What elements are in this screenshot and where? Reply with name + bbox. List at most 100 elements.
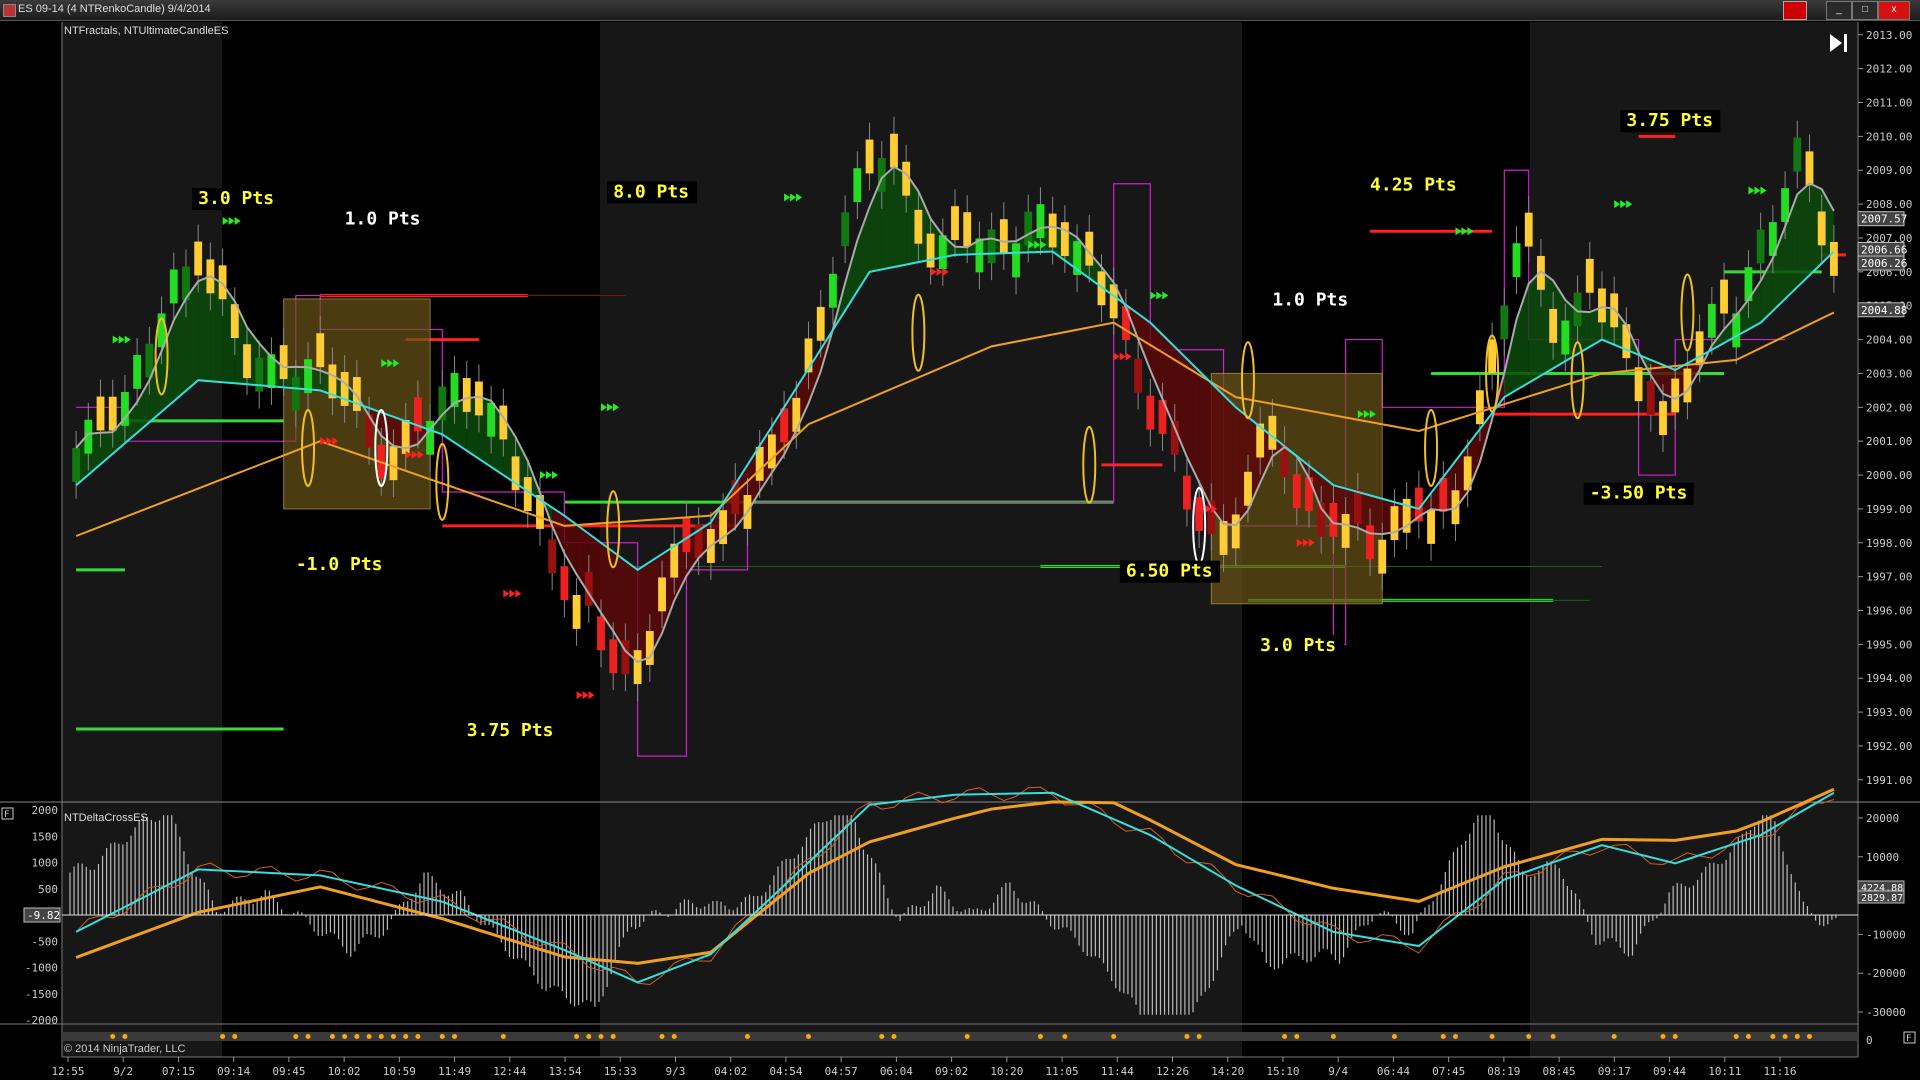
time-axis: 12:55 9/2 07:15 09:14 09:45 10:02 10:59 11:49 12… (51, 1057, 1797, 1078)
x-tick-label: 10:11 (1708, 1065, 1741, 1078)
signal-dot (891, 1034, 897, 1039)
candle-body (1353, 489, 1362, 524)
close-button[interactable]: x (1878, 1, 1910, 20)
candle-body (755, 446, 764, 481)
minimize-button[interactable]: _ (1826, 1, 1852, 20)
signal-arrow (1455, 227, 1462, 236)
signal-arrow (576, 691, 583, 700)
annotation-pts: 6.50 Pts (1126, 561, 1213, 582)
candle-body (1805, 151, 1814, 186)
signal-dot (390, 1034, 396, 1039)
candle-body (938, 235, 947, 270)
svg-text:F: F (4, 810, 9, 820)
signal-dot (1111, 1034, 1117, 1039)
candle-body (1231, 514, 1240, 549)
x-tick-label: 08:19 (1487, 1065, 1520, 1078)
title-bar[interactable]: ES 09-14 (4 NTRenkoCandle) 9/4/2014 _ □ … (0, 0, 1920, 21)
candle-body (279, 345, 288, 379)
signal-arrow (228, 217, 235, 226)
x-tick-label: 9/3 (666, 1065, 686, 1078)
delta-left-tick: -2000 (25, 1014, 58, 1027)
candle-body (1512, 243, 1521, 278)
x-tick-label: 06:04 (880, 1065, 913, 1078)
y-tick-label: 1993.00 (1866, 706, 1912, 719)
annotation-pts: 3.75 Pts (1626, 110, 1713, 131)
app-icon (3, 4, 16, 17)
candle-body (1060, 222, 1069, 257)
delta-right-tick: -20000 (1866, 967, 1906, 980)
signal-dot (232, 1034, 238, 1039)
annotation-pts: 3.0 Pts (1260, 635, 1336, 656)
signal-dot (366, 1034, 372, 1039)
price-marker-label: 2007.57 (1861, 213, 1907, 226)
candle-body (96, 396, 105, 431)
signal-arrow (503, 589, 510, 598)
x-tick-label: 04:57 (825, 1065, 858, 1078)
delta-left-tick: 500 (38, 883, 58, 896)
annotation-pts: 3.75 Pts (467, 720, 554, 741)
candle-body (1500, 305, 1509, 340)
ribbon-segment (1235, 407, 1248, 526)
candle-body (133, 354, 142, 389)
candle-body (462, 378, 471, 412)
y-tick-label: 1994.00 (1866, 672, 1912, 685)
candle-body (1036, 204, 1045, 239)
delta-left-tick: 2000 (32, 804, 59, 817)
candle-body (865, 139, 874, 174)
candle-body (1646, 380, 1655, 415)
candle-body (108, 396, 117, 431)
candle-body (987, 229, 996, 264)
x-tick-label: 09:45 (272, 1065, 305, 1078)
signal-dot (1440, 1034, 1446, 1039)
y-tick-label: 2012.00 (1866, 63, 1912, 76)
session-shading (62, 22, 1858, 1057)
candle-body (243, 344, 251, 379)
signal-dot (1745, 1034, 1751, 1039)
candle-body (841, 212, 850, 247)
delta-indicator-label: NTDeltaCrossES (64, 812, 148, 824)
candle-body (1817, 211, 1826, 246)
x-tick-label: 07:15 (162, 1065, 195, 1078)
svg-text:F: F (1906, 1034, 1911, 1044)
delta-right-tick: 20000 (1866, 812, 1899, 825)
price-marker-label: 2006.66 (1861, 243, 1907, 256)
float-box[interactable]: F (1, 807, 14, 820)
signal-dot (1196, 1034, 1202, 1039)
signal-dot (110, 1034, 116, 1039)
maximize-button[interactable]: □ (1852, 1, 1878, 20)
candle-body (1378, 539, 1387, 574)
signal-dot (1391, 1034, 1397, 1039)
candle-body (1012, 243, 1020, 278)
y-tick-label: 2001.00 (1866, 435, 1912, 448)
x-tick-label: 10:59 (383, 1065, 416, 1078)
signal-dot (806, 1034, 812, 1039)
y-tick-label: 1991.00 (1866, 774, 1912, 787)
price-marker-label: 2006.26 (1861, 257, 1907, 270)
candle-body (1219, 521, 1228, 555)
candle-body (548, 539, 557, 574)
toolbar-red-button[interactable] (1783, 1, 1807, 20)
candle-body (1024, 211, 1033, 246)
signal-dot (1733, 1034, 1739, 1039)
candle-body (1195, 497, 1204, 531)
x-tick-label: 07:45 (1432, 1065, 1465, 1078)
candle-body (1268, 415, 1277, 450)
signal-dot (342, 1034, 348, 1039)
candle-body (926, 233, 935, 268)
signal-dot (1526, 1034, 1532, 1039)
candle-body (572, 595, 581, 629)
chart-area[interactable]: 3.0 Pts 1.0 Pts 8.0 Pts -1.0 Pts 3.75 Pts 6.5… (0, 20, 1920, 1080)
x-tick-label: 10:02 (328, 1065, 361, 1078)
candle-body (609, 639, 618, 674)
x-tick-label: 08:45 (1543, 1065, 1576, 1078)
x-tick-label: 04:54 (769, 1065, 802, 1078)
y-tick-label: 1992.00 (1866, 740, 1912, 753)
signal-dot (610, 1034, 616, 1039)
price-axis: 2013.00 2012.00 2011.00 2010.00 2009.00 2008.… (1858, 29, 1912, 787)
float-box-bottom[interactable]: F (1903, 1031, 1916, 1044)
candle-body (1634, 367, 1643, 402)
signal-arrow (551, 471, 558, 480)
candle-body (1829, 242, 1838, 276)
candle-body (890, 133, 898, 168)
signal-dot (1062, 1034, 1068, 1039)
